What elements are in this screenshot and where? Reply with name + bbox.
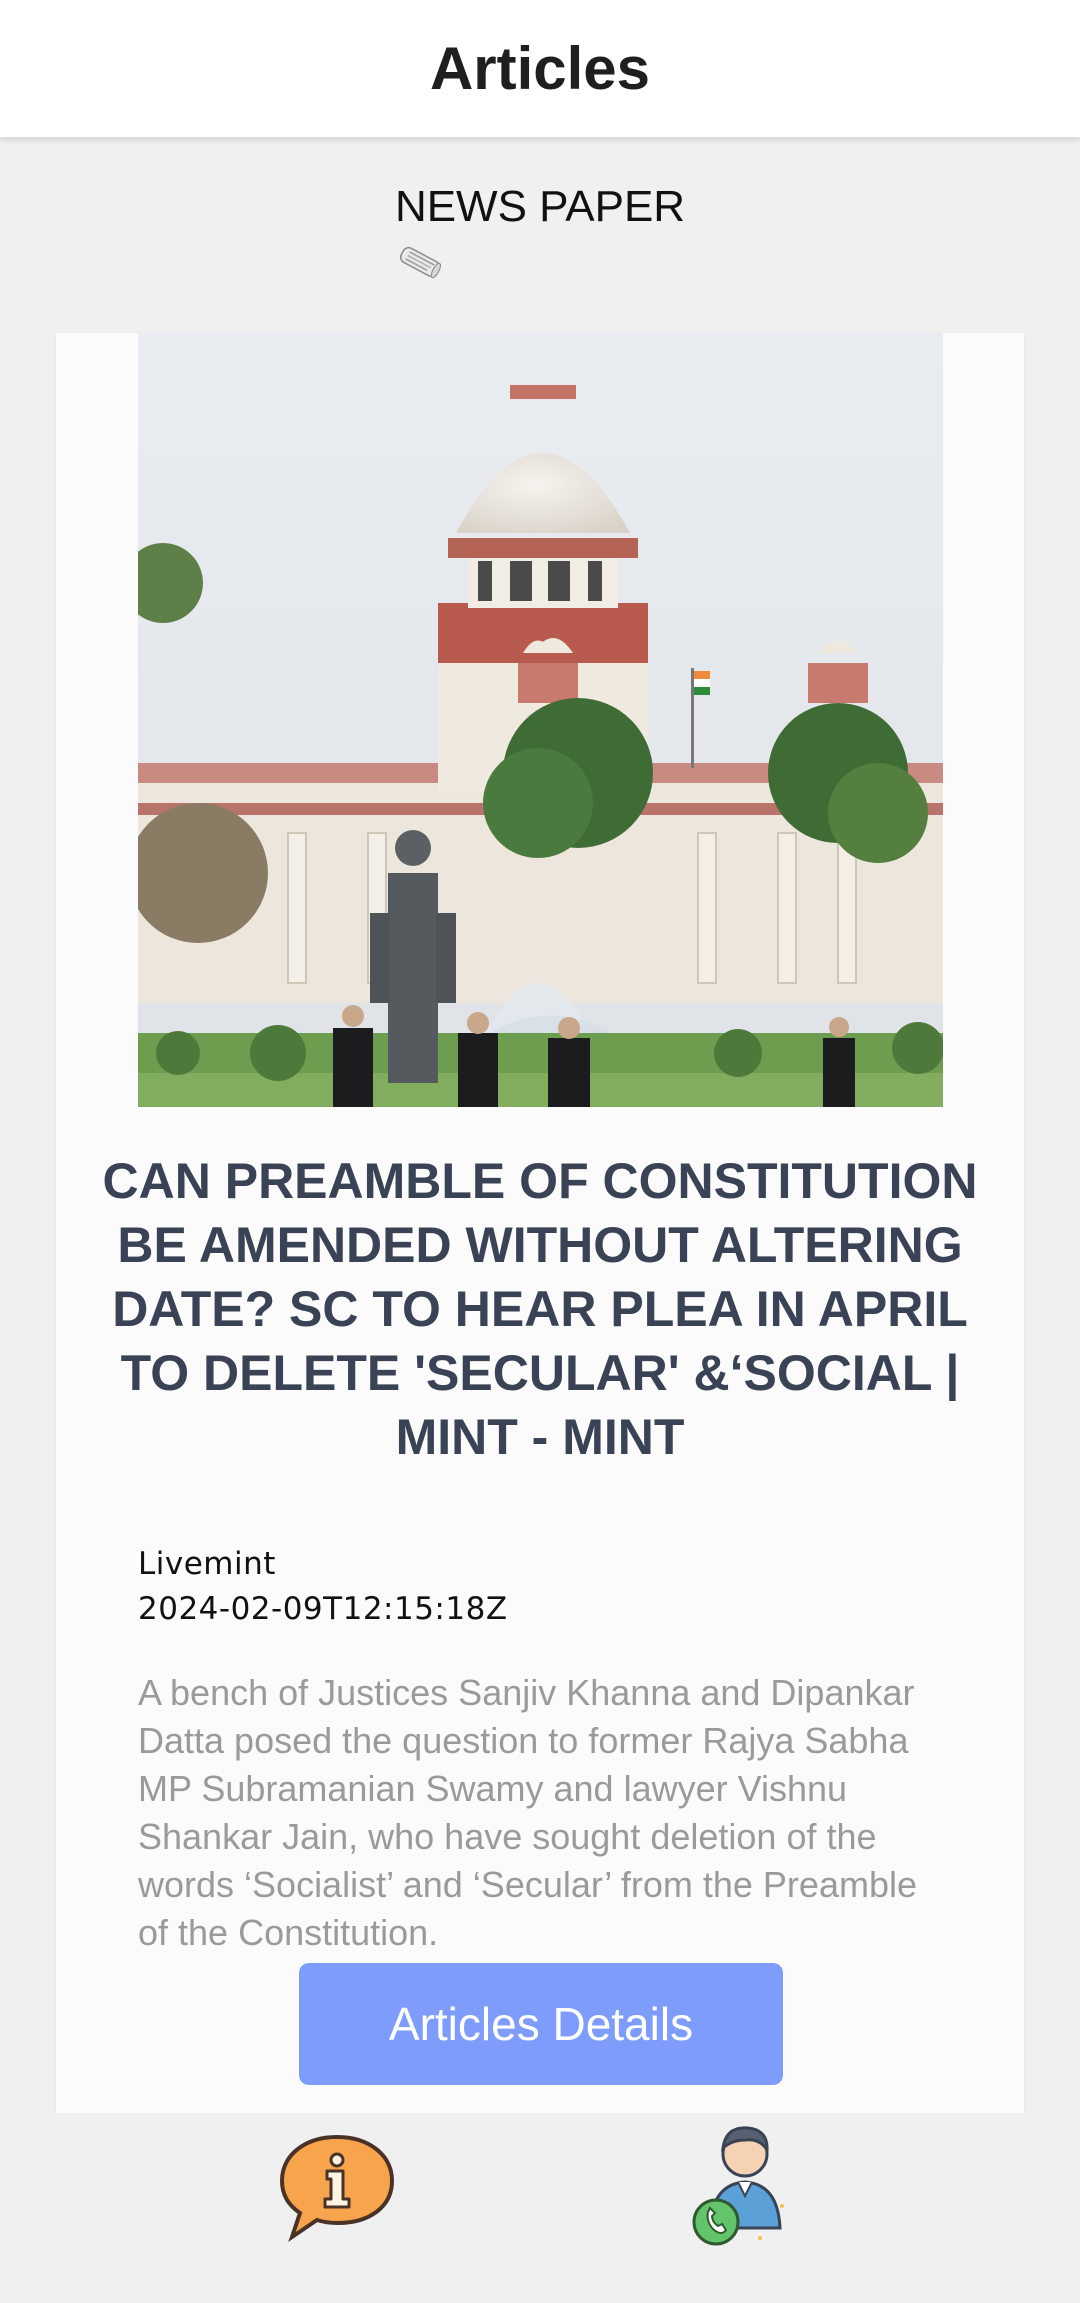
articles-details-button[interactable]: Articles Details — [299, 1963, 783, 2085]
article-date: 2024-02-09T12:15:18Z — [138, 1591, 508, 1627]
info-speech-bubble-icon[interactable] — [278, 2131, 396, 2243]
newspaper-icon — [399, 246, 441, 279]
article-headline: CAN PREAMBLE OF CONSTITUTION BE AMENDED … — [102, 1152, 978, 1465]
article-description: A bench of Justices Sanjiv Khanna and Di… — [138, 1672, 917, 1953]
section-title: NEWS PAPER — [394, 182, 686, 231]
article-card[interactable]: CAN PREAMBLE OF CONSTITUTION BE AMENDED … — [56, 333, 1024, 2113]
contact-support-icon[interactable] — [690, 2118, 796, 2248]
article-source: Livemint — [138, 1546, 276, 1582]
article-image — [138, 333, 943, 1107]
page-title: Articles — [429, 35, 651, 102]
bottom-nav — [0, 2113, 1080, 2303]
app-bar: Articles — [0, 0, 1080, 137]
